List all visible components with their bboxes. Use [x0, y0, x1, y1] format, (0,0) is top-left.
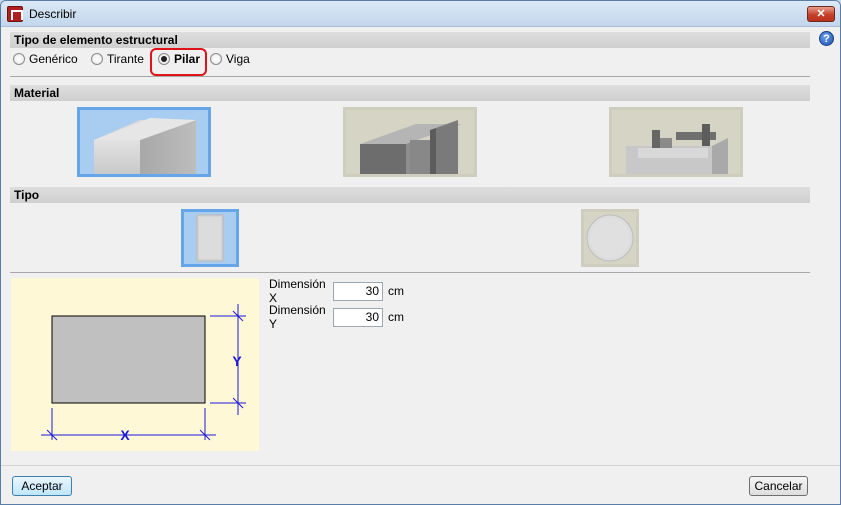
x-dimension-label: X: [120, 427, 130, 443]
app-icon: [7, 6, 23, 22]
dimension-x-label: Dimensión X: [269, 277, 326, 305]
title-bar[interactable]: Describir ✕: [1, 1, 840, 27]
rectangular-section-icon: [196, 214, 224, 262]
window-title: Describir: [29, 7, 77, 21]
radio-button-icon[interactable]: [210, 53, 222, 65]
dimension-y-input[interactable]: [333, 307, 383, 327]
section-diagram: X Y: [11, 278, 259, 451]
dimension-x-unit: cm: [388, 284, 404, 298]
radio-label: Genérico: [29, 52, 78, 66]
circular-section-icon: [586, 214, 634, 262]
radio-button-icon[interactable]: [13, 53, 25, 65]
describir-dialog: Describir ✕ ? Tipo de elemento estructur…: [0, 0, 841, 505]
dimension-y-unit: cm: [388, 310, 404, 324]
separator: [10, 76, 810, 77]
material-concrete[interactable]: [77, 107, 211, 177]
radio-label: Tirante: [107, 52, 144, 66]
section-header-material: Material: [10, 85, 810, 101]
radio-viga[interactable]: Viga: [210, 51, 250, 67]
material-composite[interactable]: [609, 107, 743, 177]
dimension-x-row: Dimensión X cm: [269, 277, 404, 305]
steel-section-icon: [360, 120, 462, 174]
separator: [10, 272, 810, 273]
close-button[interactable]: ✕: [807, 6, 835, 22]
dimension-y-row: Dimensión Y cm: [269, 303, 404, 331]
y-dimension-label: Y: [232, 353, 242, 369]
radio-label: Viga: [226, 52, 250, 66]
accept-button[interactable]: Aceptar: [12, 476, 72, 496]
dialog-footer: [1, 465, 840, 504]
radio-tirante[interactable]: Tirante: [91, 51, 144, 67]
tipo-circular[interactable]: [581, 209, 639, 267]
dimension-diagram: X Y: [41, 304, 246, 443]
radio-button-icon[interactable]: [91, 53, 103, 65]
concrete-block-icon: [94, 118, 196, 174]
material-steel[interactable]: [343, 107, 477, 177]
radio-generico[interactable]: Genérico: [13, 51, 78, 67]
section-header-tipo-elemento: Tipo de elemento estructural: [10, 32, 810, 48]
help-icon[interactable]: ?: [819, 31, 834, 46]
dimension-y-label: Dimensión Y: [269, 303, 326, 331]
selection-highlight: [150, 48, 207, 76]
composite-section-icon: [626, 124, 728, 174]
cancel-button[interactable]: Cancelar: [749, 476, 808, 496]
section-header-tipo: Tipo: [10, 187, 810, 203]
tipo-rectangular[interactable]: [181, 209, 239, 267]
dimension-x-input[interactable]: [333, 281, 383, 301]
